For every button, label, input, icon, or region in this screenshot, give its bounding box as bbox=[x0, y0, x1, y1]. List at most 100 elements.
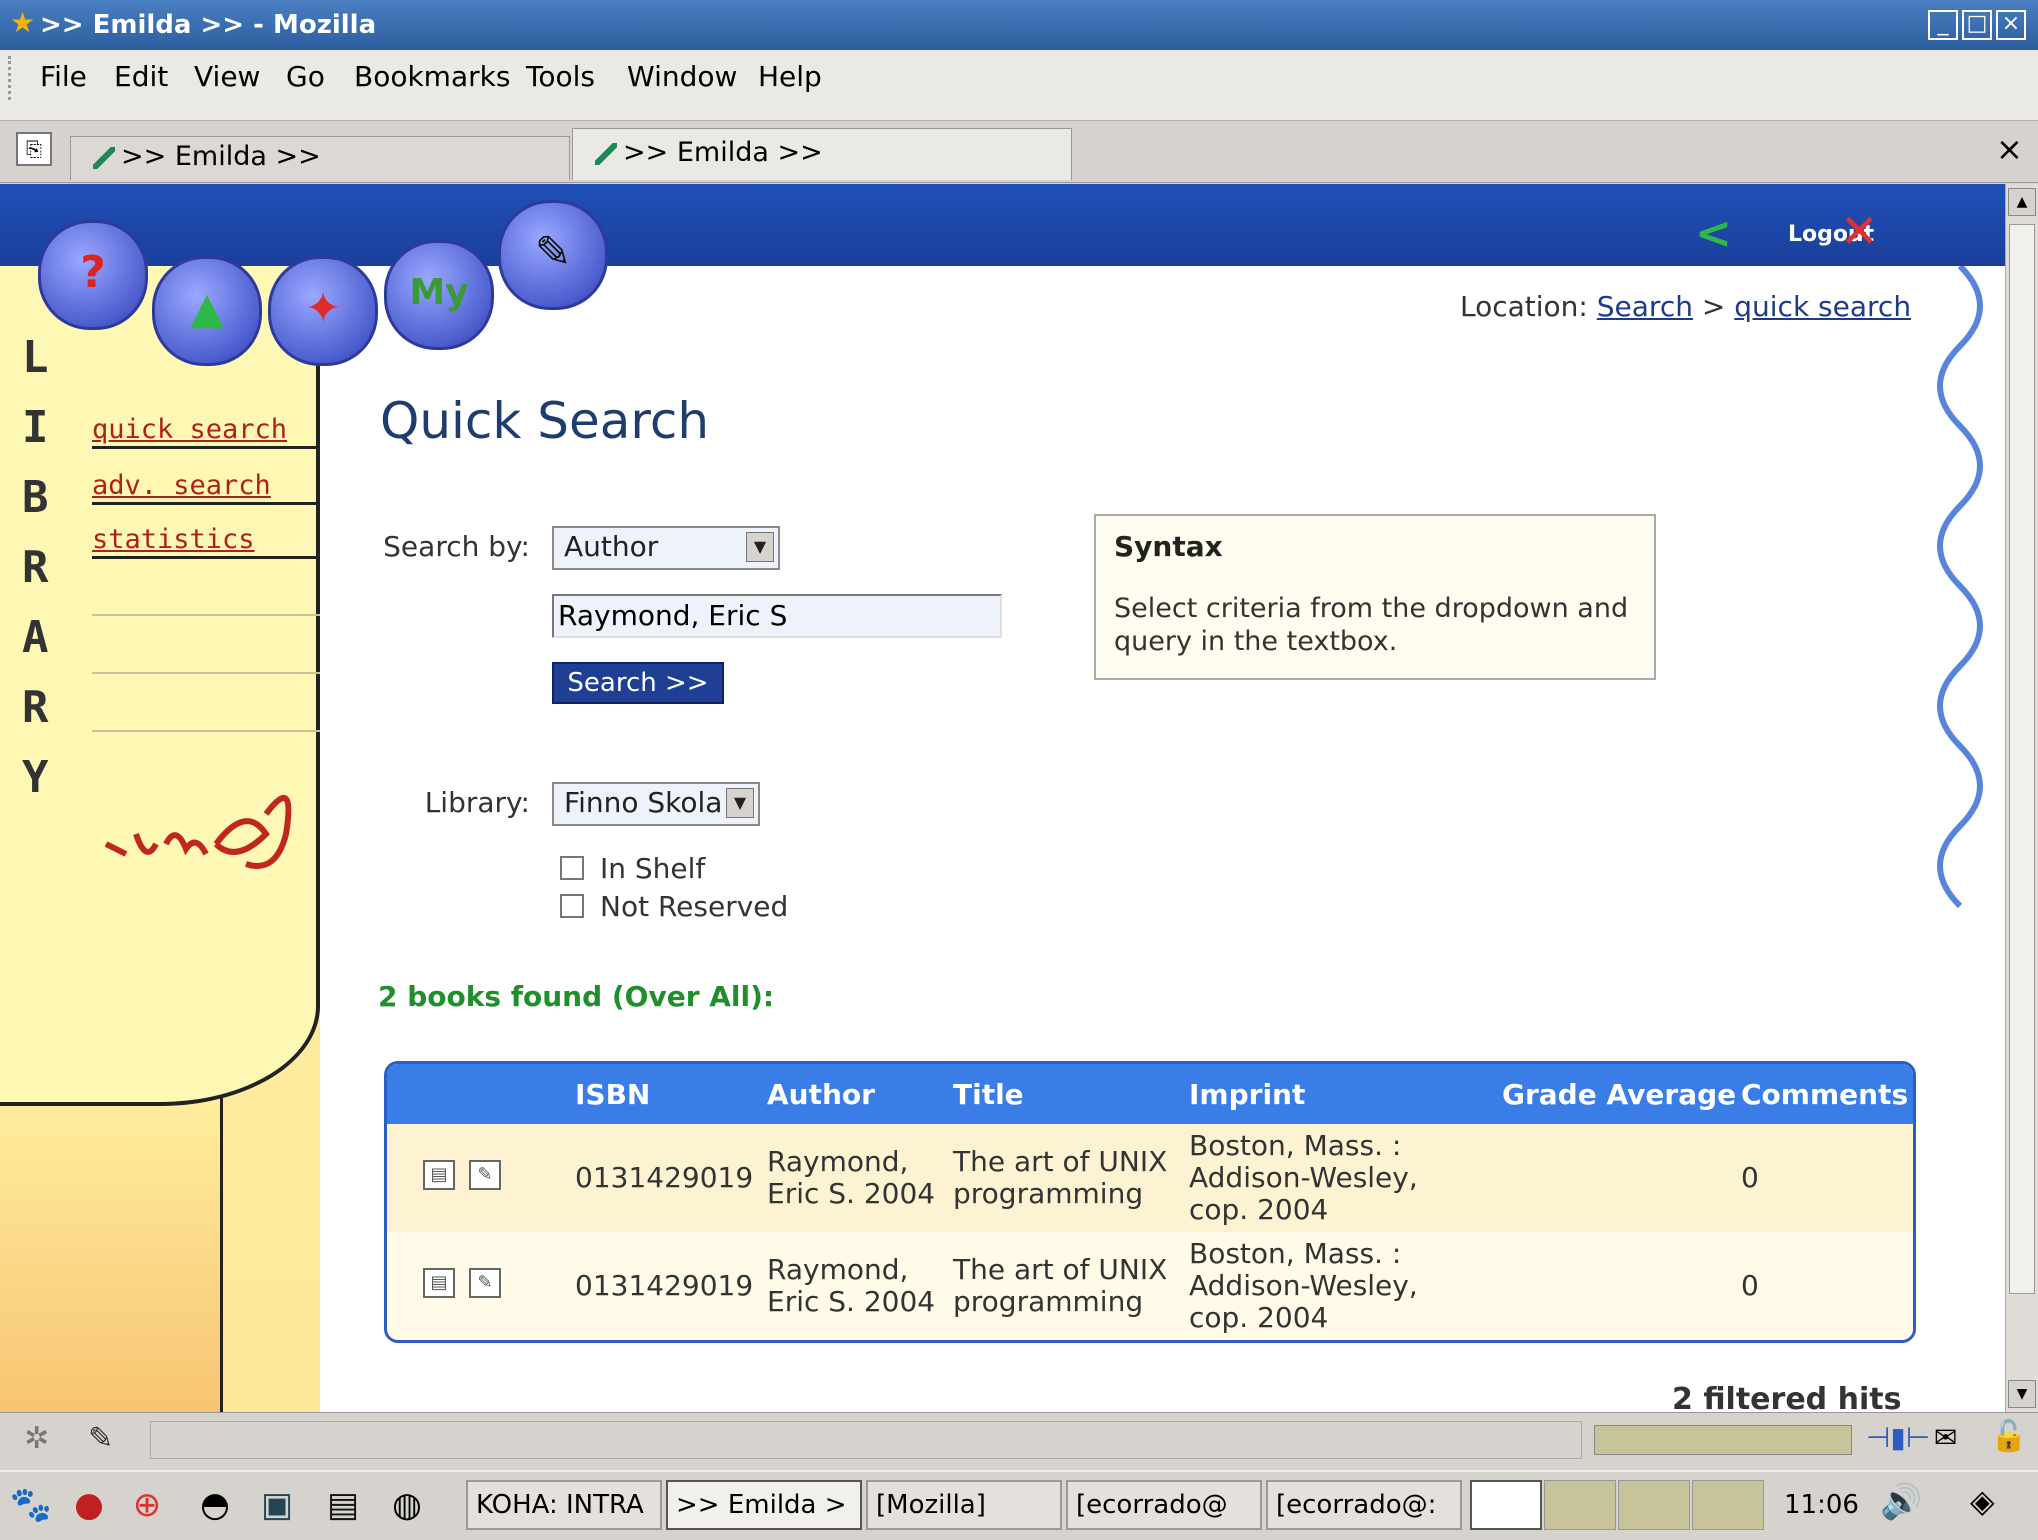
library-letter: R bbox=[22, 542, 49, 593]
task-terminal-2[interactable]: [ecorrado@: bbox=[1266, 1480, 1462, 1530]
cell-isbn: 0131429019 bbox=[575, 1269, 754, 1302]
add-book-icon[interactable]: ▲ bbox=[152, 256, 262, 366]
cell-author-line: Raymond, bbox=[767, 1145, 909, 1178]
in-shelf-checkbox[interactable] bbox=[560, 856, 584, 880]
minimize-icon[interactable]: _ bbox=[1928, 10, 1958, 40]
scroll-down-icon[interactable]: ▼ bbox=[2008, 1380, 2036, 1408]
not-reserved-checkbox[interactable] bbox=[560, 894, 584, 918]
column-title[interactable]: Title bbox=[953, 1078, 1024, 1111]
breadcrumb: Location: Search > quick search bbox=[1460, 290, 1911, 323]
task-terminal-1[interactable]: [ecorrado@ bbox=[1066, 1480, 1262, 1530]
cell-title-line[interactable]: programming bbox=[953, 1178, 1143, 1210]
search-by-select[interactable]: Author ▼ bbox=[552, 526, 780, 570]
workspace-3[interactable] bbox=[1618, 1480, 1690, 1530]
menu-bookmarks[interactable]: Bookmarks bbox=[354, 60, 510, 93]
cell-imprint-line: cop. 2004 bbox=[1189, 1301, 1329, 1334]
library-select[interactable]: Finno Skola ▼ bbox=[552, 782, 760, 826]
column-imprint[interactable]: Imprint bbox=[1189, 1078, 1305, 1111]
task-mozilla[interactable]: [Mozilla] bbox=[866, 1480, 1062, 1530]
mozilla-launcher-icon[interactable]: ◓ bbox=[188, 1478, 242, 1532]
window-titlebar: ★ >> Emilda >> - Mozilla _ □ × bbox=[0, 0, 2038, 50]
not-reserved-label: Not Reserved bbox=[600, 890, 789, 923]
cell-title-line[interactable]: The art of UNIX bbox=[953, 1254, 1167, 1286]
gnome-foot-icon[interactable]: 🐾 bbox=[4, 1478, 58, 1532]
results-count: 2 books found (Over All): bbox=[378, 980, 775, 1013]
column-comments[interactable]: Comments bbox=[1741, 1078, 1908, 1111]
workspace-2[interactable] bbox=[1544, 1480, 1616, 1530]
menu-go[interactable]: Go bbox=[286, 60, 325, 93]
volume-icon[interactable]: 🔊 bbox=[1880, 1482, 1922, 1522]
logout-icon[interactable]: ✕ bbox=[1840, 204, 1879, 258]
tab-bar: ⎘ >> Emilda >> >> Emilda >> × bbox=[0, 122, 2038, 183]
workspace-4[interactable] bbox=[1692, 1480, 1764, 1530]
vertical-scrollbar[interactable]: ▲ ▼ bbox=[2005, 184, 2038, 1412]
column-author[interactable]: Author bbox=[767, 1078, 875, 1111]
scroll-up-icon[interactable]: ▲ bbox=[2008, 188, 2036, 216]
decorative-scribble bbox=[104, 795, 292, 869]
column-grade-average[interactable]: Grade Average bbox=[1502, 1078, 1736, 1111]
cell-title-line[interactable]: programming bbox=[953, 1286, 1143, 1318]
new-tab-icon[interactable]: ⎘ bbox=[16, 132, 52, 166]
menu-file[interactable]: File bbox=[40, 60, 87, 93]
terminal-icon[interactable]: ▤ bbox=[316, 1478, 370, 1532]
task-emilda[interactable]: >> Emilda > bbox=[666, 1480, 862, 1530]
cell-imprint-line: Addison-Wesley, bbox=[1189, 1161, 1418, 1194]
edit-record-icon[interactable]: ✎ bbox=[469, 1160, 501, 1190]
breadcrumb-search[interactable]: Search bbox=[1597, 290, 1693, 323]
chevron-down-icon: ▼ bbox=[726, 788, 754, 818]
sidebar-item-quick-search[interactable]: quick search bbox=[92, 414, 287, 445]
library-letter: L bbox=[22, 332, 49, 383]
back-arrow-icon[interactable]: < bbox=[1695, 208, 1732, 259]
my-books-icon[interactable]: My bbox=[384, 240, 494, 350]
scroll-thumb[interactable] bbox=[2009, 224, 2035, 1294]
sidebar-item-statistics[interactable]: statistics bbox=[92, 524, 255, 555]
window-title: >> Emilda >> - Mozilla bbox=[40, 10, 377, 40]
close-icon[interactable]: × bbox=[1996, 10, 2026, 40]
menu-view[interactable]: View bbox=[194, 60, 260, 93]
in-shelf-label: In Shelf bbox=[600, 852, 706, 885]
security-icon[interactable]: ✲ bbox=[24, 1421, 49, 1456]
search-input[interactable]: Raymond, Eric S bbox=[552, 594, 1002, 638]
edit-record-icon[interactable]: ✎ bbox=[469, 1268, 501, 1298]
view-record-icon[interactable]: ▤ bbox=[423, 1268, 455, 1298]
cookie-icon[interactable]: ✉ bbox=[1934, 1421, 1957, 1454]
search-button[interactable]: Search >> bbox=[552, 662, 724, 704]
lock-icon[interactable]: 🔓 bbox=[1990, 1419, 2027, 1454]
stats-icon[interactable]: ✦ bbox=[268, 256, 378, 366]
office-icon[interactable]: ◍ bbox=[380, 1478, 434, 1532]
maximize-icon[interactable]: □ bbox=[1962, 10, 1992, 40]
search-by-label: Search by: bbox=[383, 530, 530, 563]
divider bbox=[92, 672, 320, 674]
view-record-icon[interactable]: ▤ bbox=[423, 1160, 455, 1190]
cell-title-line[interactable]: The art of UNIX bbox=[953, 1146, 1167, 1178]
chevron-down-icon: ▼ bbox=[746, 532, 774, 562]
menu-help[interactable]: Help bbox=[758, 60, 822, 93]
column-isbn[interactable]: ISBN bbox=[575, 1078, 650, 1111]
sidebar-item-adv-search[interactable]: adv. search bbox=[92, 470, 271, 501]
clock[interactable]: 11:06 bbox=[1784, 1490, 1859, 1520]
close-tab-icon[interactable]: × bbox=[1996, 130, 2023, 168]
redhat-icon[interactable]: ● bbox=[62, 1478, 116, 1532]
help-lifebuoy-icon[interactable]: ⊕ bbox=[120, 1478, 174, 1532]
library-letter: A bbox=[22, 612, 49, 663]
write-icon[interactable]: ✎ bbox=[498, 200, 608, 310]
tab-emilda-1[interactable]: >> Emilda >> bbox=[70, 136, 570, 180]
tab-emilda-2[interactable]: >> Emilda >> bbox=[572, 128, 1072, 180]
task-koha[interactable]: KOHA: INTRA bbox=[466, 1480, 662, 1530]
filtered-hits: 2 filtered hits bbox=[1672, 1382, 1902, 1412]
cell-imprint-line: cop. 2004 bbox=[1189, 1193, 1329, 1226]
pen-icon[interactable]: ✎ bbox=[88, 1421, 113, 1456]
notification-icon[interactable]: ◈ bbox=[1970, 1482, 1995, 1520]
email-icon[interactable]: ▣ bbox=[250, 1478, 304, 1532]
menu-edit[interactable]: Edit bbox=[114, 60, 168, 93]
table-header: ISBN Author Title Imprint Grade Average … bbox=[387, 1064, 1913, 1124]
workspace-1[interactable] bbox=[1470, 1480, 1542, 1530]
help-icon[interactable]: ? bbox=[38, 220, 148, 330]
breadcrumb-quick-search[interactable]: quick search bbox=[1734, 290, 1911, 323]
online-status-icon[interactable]: ⊣▮⊢ bbox=[1866, 1421, 1930, 1454]
toolbar-grip[interactable] bbox=[8, 56, 17, 100]
menu-window[interactable]: Window bbox=[627, 60, 737, 93]
menu-tools[interactable]: Tools bbox=[526, 60, 595, 93]
pen-icon bbox=[93, 146, 115, 169]
table-row: ▤ ✎ 0131429019 Raymond, Eric S. 2004 The… bbox=[387, 1232, 1913, 1340]
